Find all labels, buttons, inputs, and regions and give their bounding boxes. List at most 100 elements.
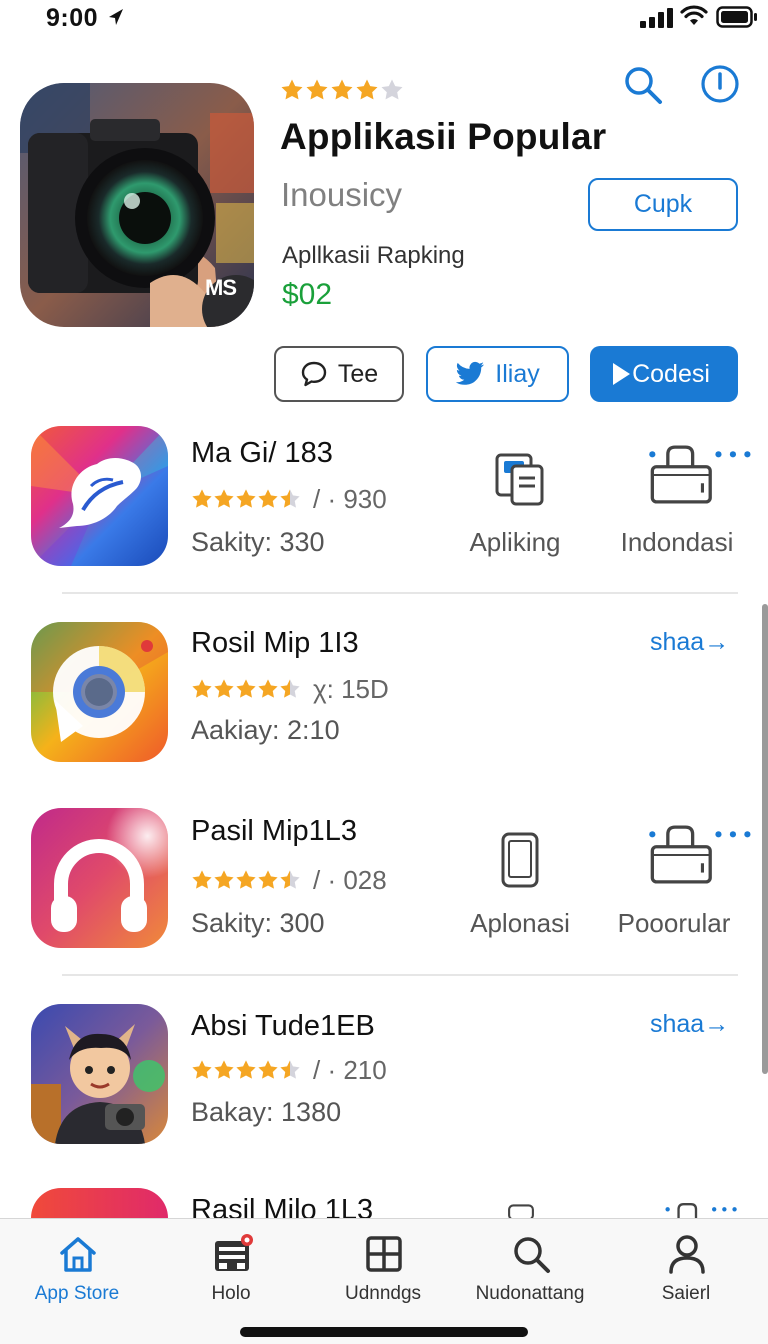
tab-holo[interactable]: Holo [154, 1219, 308, 1319]
lock-device-icon[interactable] [645, 824, 763, 886]
app-name[interactable]: Rosil Mip 1I3 [191, 627, 359, 660]
featured-subtitle: Inousicy [281, 176, 403, 213]
star-icon [192, 870, 212, 889]
tab-bar: App Store Holo Udnndgs Nudonattang Saier… [0, 1218, 768, 1344]
rating-count: / · 210 [313, 1054, 387, 1085]
app-name[interactable]: Pasil Mip1L3 [191, 815, 357, 848]
chat-bubble-icon [301, 361, 327, 387]
star-half-icon [280, 870, 300, 889]
comment-button-label: Tee [337, 359, 379, 388]
tab-udnndgs[interactable]: Udnndgs [306, 1219, 460, 1319]
search-icon [514, 1237, 550, 1273]
divider [62, 592, 738, 594]
twitter-bird-icon [456, 361, 485, 385]
twitter-share-button[interactable]: Iliay [426, 346, 569, 402]
app-rating: / · 028 [191, 864, 387, 895]
app-icon-cartoon[interactable] [31, 1004, 168, 1144]
featured-price: $02 [282, 278, 333, 311]
play-button[interactable]: Codesi [590, 346, 738, 402]
side-label[interactable]: Apliking [455, 527, 575, 558]
star-half-icon [280, 1060, 300, 1079]
tab-saierl[interactable]: Saierl [609, 1219, 763, 1319]
tab-label: Nudonattang [475, 1283, 585, 1304]
app-icon-headphones[interactable] [31, 808, 168, 948]
status-bar: 9:00 [0, 0, 768, 40]
side-label[interactable]: Aplonasi [460, 908, 580, 939]
location-arrow-icon [109, 9, 123, 25]
app-meta: Aakiay: 2:10 [191, 715, 340, 745]
grid-icon [366, 1236, 402, 1272]
status-time: 9:00 [46, 4, 99, 32]
home-indicator[interactable] [240, 1327, 528, 1337]
featured-title: Applikasii Popular [280, 116, 607, 157]
app-name[interactable]: Rasil Milo 1L3 [191, 1194, 373, 1218]
inbox-icon [215, 1234, 253, 1271]
lock-device-icon[interactable] [645, 1202, 763, 1218]
rating-count: χ: 15D [313, 673, 389, 704]
rating-count: / · 930 [313, 483, 387, 514]
star-icon [214, 679, 234, 698]
app-name[interactable]: Absi Tude1EB [191, 1010, 375, 1043]
cellular-signal-icon [640, 8, 673, 28]
star-icon [192, 489, 212, 508]
star-icon [258, 679, 278, 698]
rating-count: / · 028 [313, 864, 387, 895]
side-label[interactable]: Indondasi [612, 527, 742, 558]
search-icon[interactable] [622, 64, 664, 106]
tab-label: App Store [34, 1283, 120, 1304]
app-icon-partial[interactable] [31, 1188, 168, 1218]
tab-nudonattang[interactable]: Nudonattang [453, 1219, 607, 1319]
star-half-icon [280, 489, 300, 508]
side-label[interactable]: Pooorular [610, 908, 738, 939]
star-icon [214, 1060, 234, 1079]
comment-button[interactable]: Tee [274, 346, 404, 402]
app-icon-bird[interactable] [31, 426, 168, 566]
power-icon[interactable] [698, 62, 742, 106]
star-icon [306, 79, 328, 100]
share-link[interactable]: shaa→ [650, 1010, 729, 1039]
app-rating: / · 930 [191, 483, 387, 514]
app-meta: Bakay: 1380 [191, 1097, 342, 1127]
battery-icon [716, 6, 757, 28]
app-rating: χ: 15D [191, 673, 389, 704]
play-icon [613, 363, 631, 385]
star-icon [236, 489, 256, 508]
get-button[interactable]: Cupk [588, 178, 738, 231]
tab-label: Holo [211, 1283, 251, 1304]
twitter-share-label: Iliay [495, 359, 540, 388]
star-empty-icon [381, 79, 403, 100]
tab-label: Udnndgs [344, 1283, 422, 1304]
tab-label: Saierl [661, 1283, 711, 1304]
play-button-label: Codesi [632, 359, 710, 388]
app-icon-chrome[interactable] [31, 622, 168, 762]
phone-icon[interactable] [500, 832, 540, 888]
star-icon [192, 1060, 212, 1079]
app-meta: Sakity: 330 [191, 527, 325, 557]
featured-app-image[interactable]: MS [20, 83, 254, 327]
scrollbar[interactable] [762, 604, 768, 1074]
person-icon [669, 1235, 705, 1274]
star-icon [258, 1060, 278, 1079]
star-icon [258, 870, 278, 889]
star-icon [192, 679, 212, 698]
wifi-icon [680, 5, 708, 25]
house-icon [60, 1237, 96, 1272]
star-icon [236, 1060, 256, 1079]
lock-device-icon[interactable] [645, 444, 763, 506]
featured-caption: Apllkasii Rapking [282, 242, 465, 269]
star-icon [236, 679, 256, 698]
app-rating: / · 210 [191, 1054, 387, 1085]
featured-rating [280, 78, 404, 108]
star-icon [236, 870, 256, 889]
tab-app-store[interactable]: App Store [0, 1219, 154, 1319]
app-name[interactable]: Ma Gi/ 183 [191, 437, 333, 470]
divider [62, 974, 738, 976]
star-icon [281, 79, 303, 100]
app-documents-icon[interactable] [492, 452, 548, 508]
brand-badge: MS [205, 275, 237, 300]
star-icon [331, 79, 353, 100]
phone-icon[interactable] [503, 1204, 539, 1218]
star-half-icon [280, 679, 300, 698]
share-link[interactable]: shaa→ [650, 628, 729, 657]
star-icon [258, 489, 278, 508]
